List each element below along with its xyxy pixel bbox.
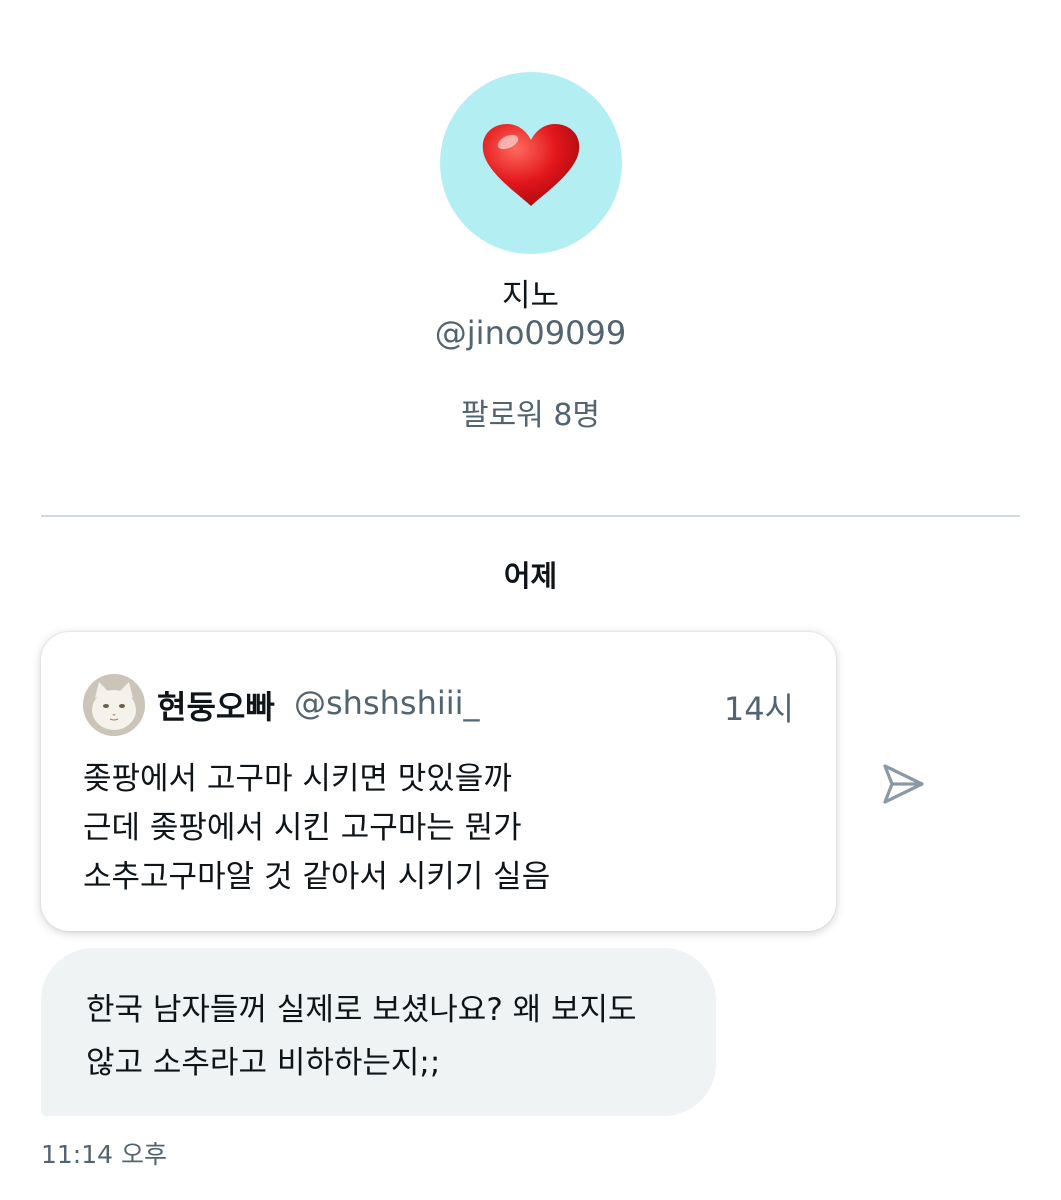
profile-display-name[interactable]: 지노 [0,270,1061,315]
quote-timestamp: 14시 [723,690,794,728]
follower-count[interactable]: 팔로워 8명 [0,390,1061,434]
profile-avatar[interactable] [440,72,622,254]
message-text-line: 한국 남자들꺼 실제로 보셨나요? 왜 보지도 [86,992,637,1028]
message-timestamp: 11:14 오후 [41,1140,167,1169]
quote-text-line: 소추고구마알 것 같아서 시키기 실음 [83,859,551,895]
quote-author-avatar[interactable] [83,674,145,736]
message-text-line: 않고 소추라고 비하하는지;; [86,1045,441,1081]
day-separator: 어제 [503,559,558,593]
cat-avatar-image [83,674,145,736]
send-icon[interactable] [880,762,926,806]
message-bubble[interactable]: 한국 남자들꺼 실제로 보셨나요? 왜 보지도 않고 소추라고 비하하는지;; [41,948,716,1116]
quote-text-line: 좆팡에서 고구마 시키면 맛있을까 [83,761,512,797]
quote-text-line: 근데 좆팡에서 시킨 고구마는 뭔가 [83,810,522,846]
heart-icon [482,124,580,206]
quoted-tweet-card[interactable]: 현둥오빠 @shshshiii_ 14시 좆팡에서 고구마 시키면 맛있을까 근… [41,632,836,931]
profile-handle[interactable]: @jino09099 [0,314,1061,352]
divider [41,515,1020,517]
quote-author-name[interactable]: 현둥오빠 [157,682,275,728]
quote-author-handle[interactable]: @shshshiii_ [294,684,480,722]
